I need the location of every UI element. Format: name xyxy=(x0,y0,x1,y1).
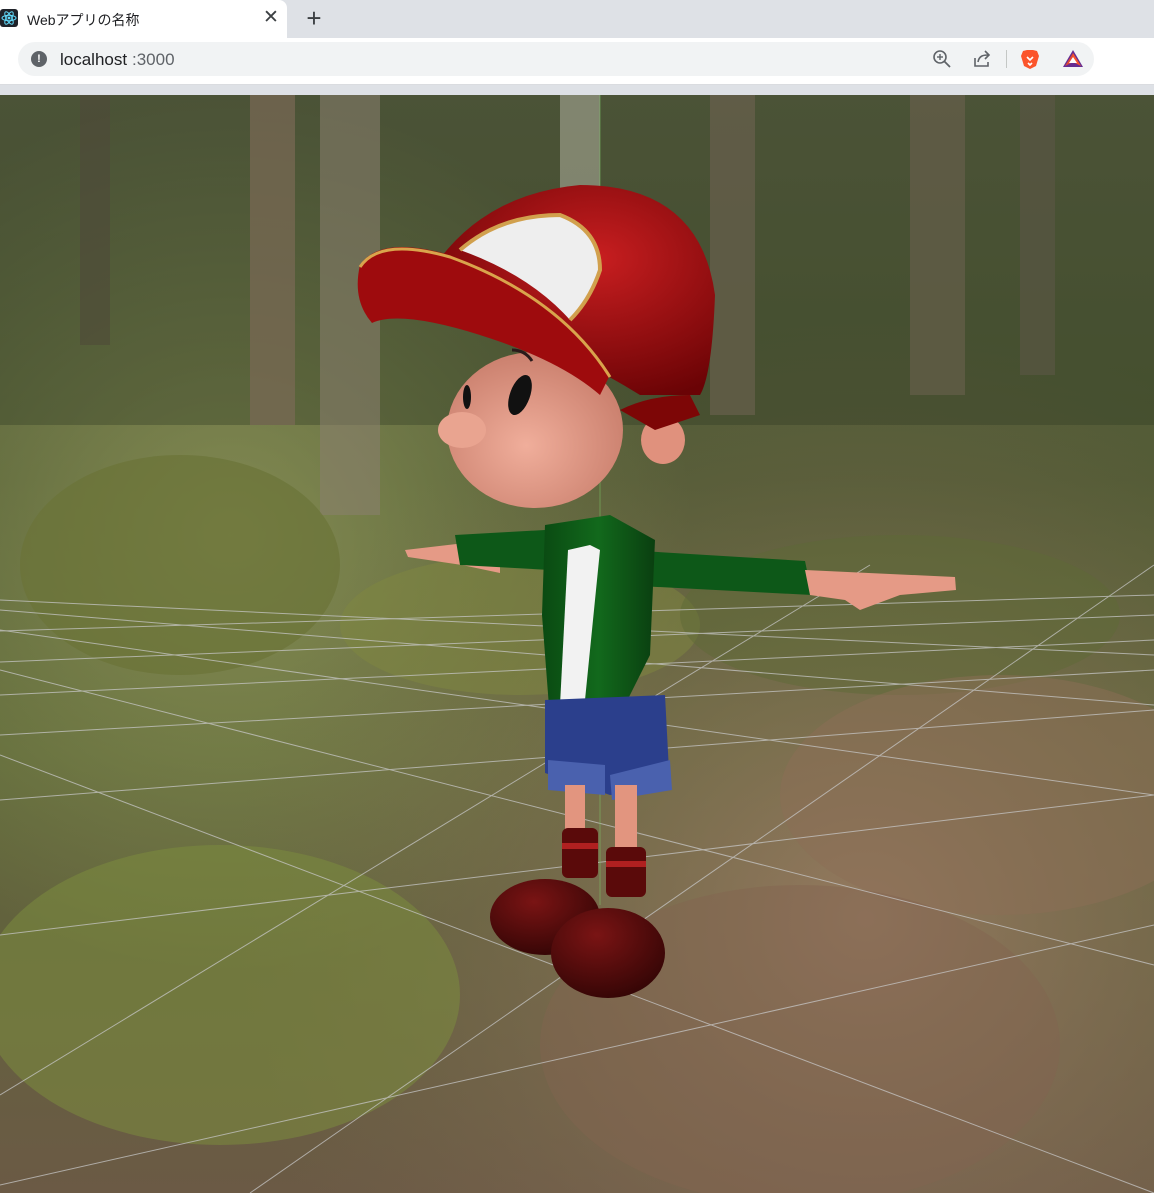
brave-rewards-icon[interactable] xyxy=(1061,47,1085,71)
tab-title: Webアプリの名称 xyxy=(27,12,140,28)
url-host: localhost xyxy=(60,50,128,69)
new-tab-button[interactable]: + xyxy=(301,5,327,31)
tab-strip: Webアプリの名称 ✕ + xyxy=(0,0,1154,38)
3d-viewport[interactable] xyxy=(0,95,1154,1193)
scene-canvas xyxy=(0,95,1154,1193)
brave-lion-icon[interactable] xyxy=(1018,47,1042,71)
share-icon[interactable] xyxy=(970,47,994,71)
address-bar[interactable]: ! localhost :3000 xyxy=(18,42,1094,76)
active-tab[interactable]: Webアプリの名称 ✕ xyxy=(0,0,287,38)
toolbar-separator xyxy=(1006,50,1007,68)
zoom-icon[interactable] xyxy=(930,47,954,71)
react-icon xyxy=(0,9,18,27)
close-tab-icon[interactable]: ✕ xyxy=(261,6,281,30)
browser-toolbar: ! localhost :3000 xyxy=(0,38,1154,85)
info-icon[interactable]: ! xyxy=(31,51,47,67)
url-port: :3000 xyxy=(132,50,175,69)
